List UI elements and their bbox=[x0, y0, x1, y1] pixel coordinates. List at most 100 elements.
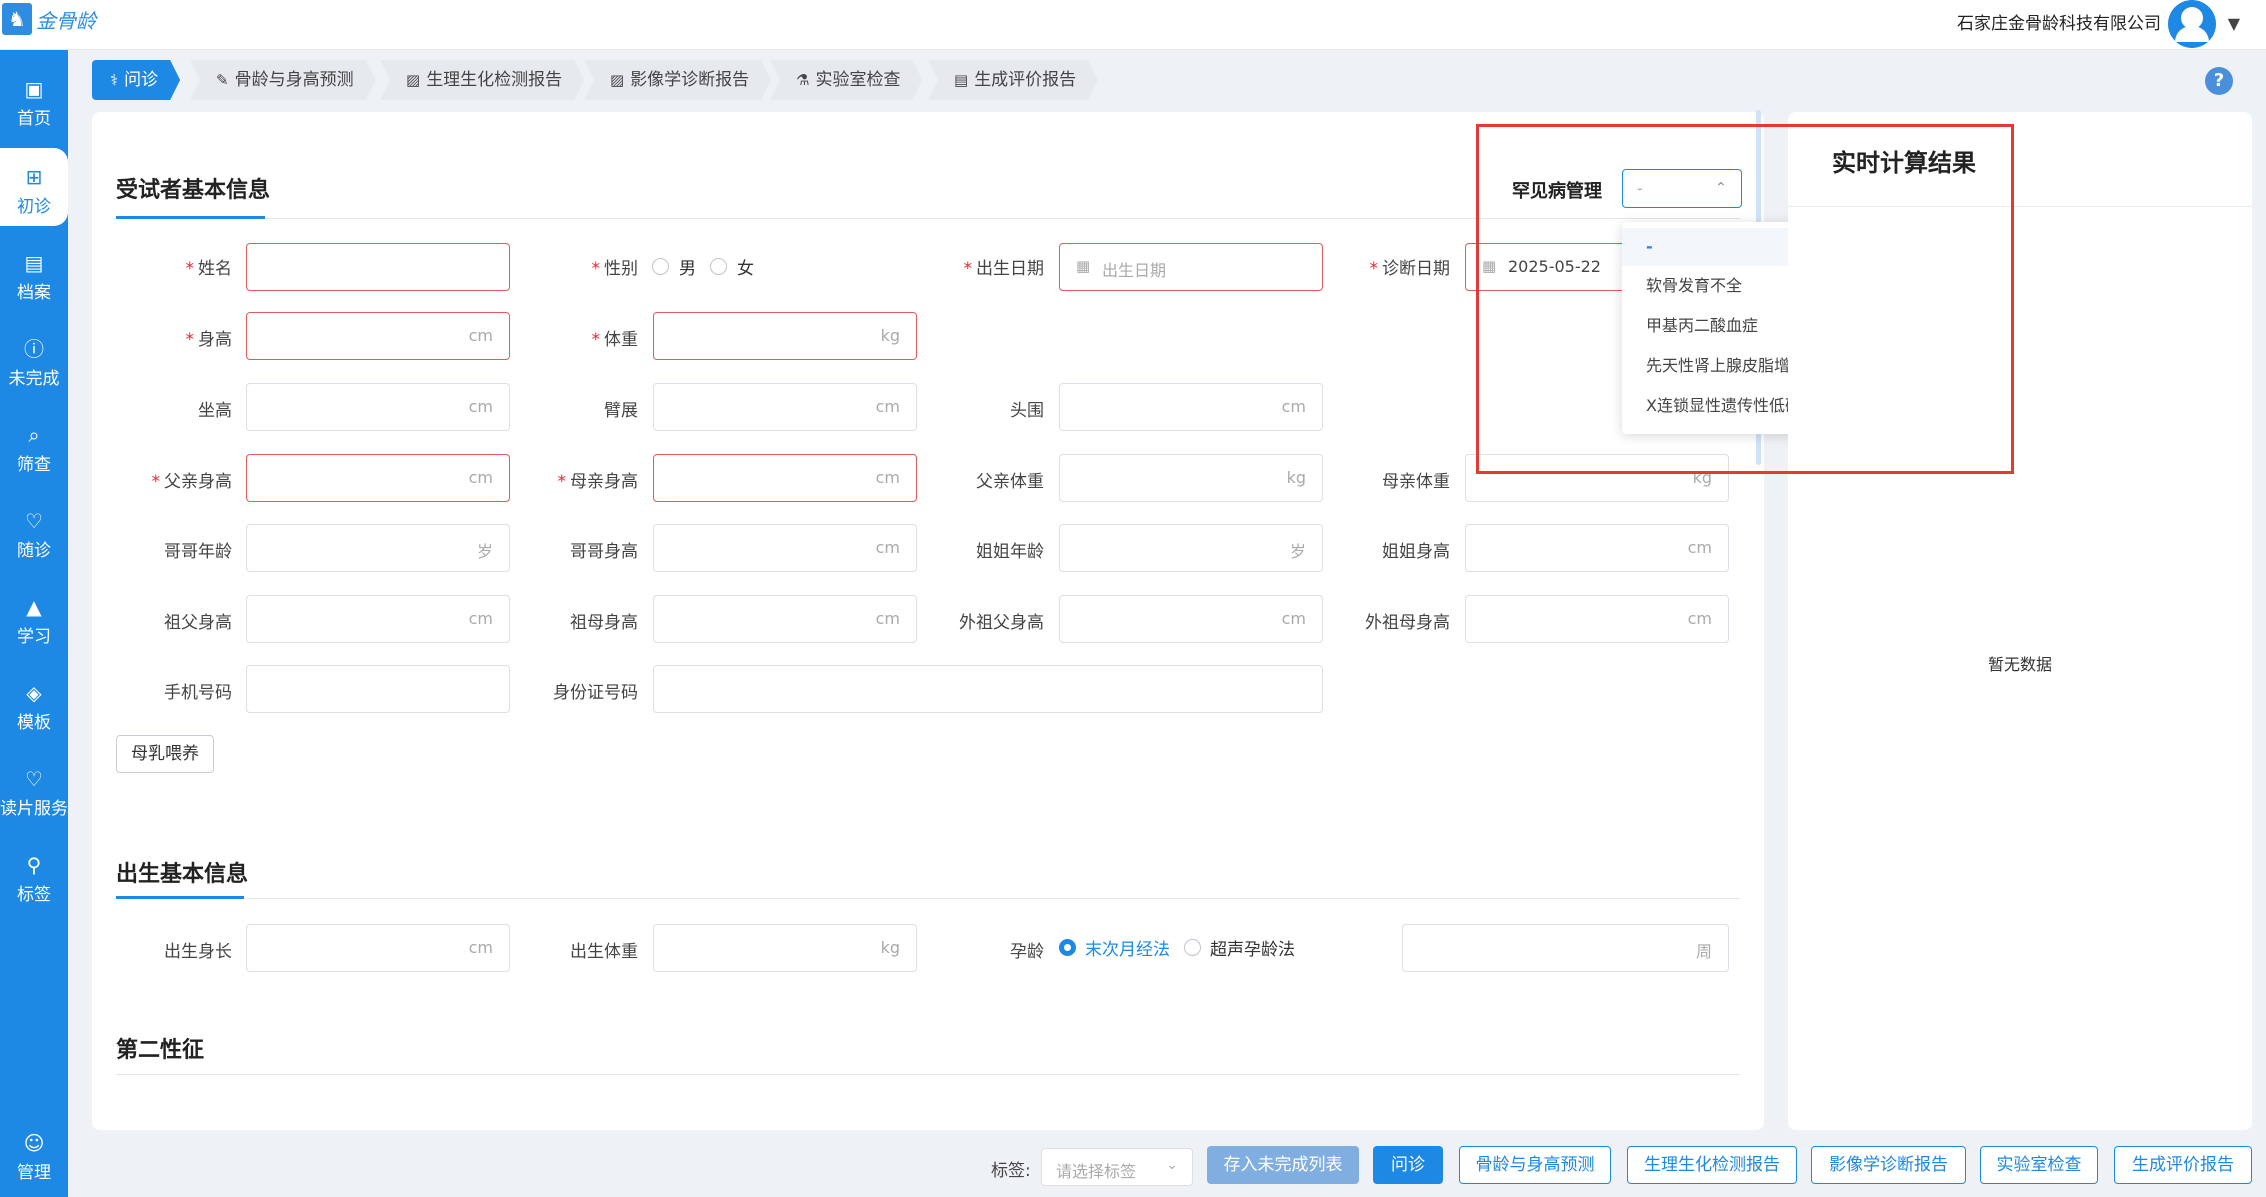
section-title-secondary: 第二性征 bbox=[116, 1038, 205, 1063]
company-name: 石家庄金骨龄科技有限公司 bbox=[1957, 14, 2161, 34]
sidebar-item-reading-service[interactable]: ♡ 读片服务 bbox=[0, 750, 68, 828]
app-logo[interactable]: ♞ 金骨龄 bbox=[2, 3, 96, 35]
heart-outline-icon: ♡ bbox=[25, 767, 43, 791]
section-title-basic: 受试者基本信息 bbox=[116, 178, 271, 203]
sidebar: ▣ 首页 ⊞ 初诊 ▤ 档案 ⓘ 未完成 ⌕ 筛查 ♡ 随诊 ▲ 学习 ◈ 模板 ♡ 读片服务 ⚲… bbox=[0, 50, 68, 1197]
sex-label: * 性别 bbox=[591, 259, 639, 279]
imaging-report-button[interactable]: 影像学诊断报告 bbox=[1811, 1146, 1966, 1184]
sidebar-item-template[interactable]: ◈ 模板 bbox=[0, 664, 68, 742]
alert-circle-icon: ⓘ bbox=[24, 337, 44, 361]
sidebar-item-first-visit[interactable]: ⊞ 初诊 bbox=[0, 148, 68, 226]
evaluation-report-button[interactable]: 生成评价报告 bbox=[2114, 1146, 2252, 1184]
diag-date-label: * 诊断日期 bbox=[1369, 259, 1451, 279]
name-input[interactable] bbox=[246, 243, 510, 291]
sidebar-item-tags[interactable]: ⚲ 标签 bbox=[0, 836, 68, 914]
birth-length-input[interactable]: cm bbox=[246, 924, 510, 972]
sister-age-label: 姐姐年龄 bbox=[976, 542, 1044, 562]
sister-age-input[interactable]: 岁 bbox=[1059, 524, 1323, 572]
brother-height-input[interactable]: cm bbox=[653, 524, 917, 572]
sidebar-item-label: 管理 bbox=[17, 1163, 51, 1183]
graduation-cap-icon: ▲ bbox=[26, 595, 42, 619]
birth-date-picker[interactable]: ▦ 出生日期 bbox=[1059, 243, 1323, 291]
grandma-height-label: 祖母身高 bbox=[570, 613, 638, 633]
search-doc-icon: ⌕ bbox=[28, 423, 40, 447]
birth-weight-input[interactable]: kg bbox=[653, 924, 917, 972]
height-input[interactable]: cm bbox=[246, 312, 510, 360]
sidebar-item-archive[interactable]: ▤ 档案 bbox=[0, 234, 68, 312]
heart-icon: ♡ bbox=[25, 509, 43, 533]
gestation-label: 孕龄 bbox=[1010, 942, 1044, 962]
brother-age-label: 哥哥年龄 bbox=[164, 542, 232, 562]
save-unfinished-button[interactable]: 存入未完成列表 bbox=[1207, 1146, 1359, 1184]
sidebar-item-admin[interactable]: ☺ 管理 bbox=[0, 1114, 68, 1192]
mother-weight-label: 母亲体重 bbox=[1382, 472, 1450, 492]
sitting-height-input[interactable]: cm bbox=[246, 383, 510, 431]
sidebar-item-followup[interactable]: ♡ 随诊 bbox=[0, 492, 68, 570]
document-icon: ▤ bbox=[954, 71, 969, 89]
maternal-grandma-height-input[interactable]: cm bbox=[1465, 595, 1729, 643]
tag-label: 标签: bbox=[991, 1161, 1031, 1181]
sidebar-item-label: 首页 bbox=[17, 109, 51, 129]
user-menu-chevron-icon[interactable]: ▼ bbox=[2228, 14, 2240, 33]
brother-age-input[interactable]: 岁 bbox=[246, 524, 510, 572]
sidebar-item-screening[interactable]: ⌕ 筛查 bbox=[0, 406, 68, 484]
name-label: * 姓名 bbox=[185, 259, 233, 279]
breastfeeding-button[interactable]: 母乳喂养 bbox=[116, 735, 214, 773]
sidebar-item-home[interactable]: ▣ 首页 bbox=[0, 60, 68, 138]
id-card-input[interactable] bbox=[653, 665, 1323, 713]
sitting-height-label: 坐高 bbox=[198, 401, 232, 421]
calendar-icon: ▦ bbox=[1076, 257, 1091, 275]
maternal-grandpa-height-input[interactable]: cm bbox=[1059, 595, 1323, 643]
gestation-us-radio[interactable] bbox=[1184, 939, 1201, 956]
logo-text: 金骨龄 bbox=[36, 8, 96, 33]
bone-age-height-button[interactable]: 骨龄与身高预测 bbox=[1459, 1146, 1611, 1184]
sidebar-item-label: 筛查 bbox=[17, 455, 51, 475]
chevron-down-icon: ⌄ bbox=[1166, 1157, 1178, 1173]
archive-icon: ▤ bbox=[24, 251, 44, 275]
sex-male-radio[interactable] bbox=[652, 258, 669, 275]
image-icon: ▨ bbox=[406, 71, 421, 89]
phone-label: 手机号码 bbox=[164, 683, 232, 703]
sidebar-item-label: 未完成 bbox=[8, 369, 60, 389]
gestation-lmp-radio[interactable] bbox=[1059, 939, 1076, 956]
mother-height-input[interactable]: cm bbox=[653, 454, 917, 502]
father-height-input[interactable]: cm bbox=[246, 454, 510, 502]
user-avatar-icon[interactable] bbox=[2168, 0, 2216, 48]
brother-height-label: 哥哥身高 bbox=[570, 542, 638, 562]
help-icon[interactable]: ? bbox=[2205, 67, 2233, 95]
phone-input[interactable] bbox=[246, 665, 510, 713]
chart-monitor-icon: ▣ bbox=[24, 77, 44, 101]
tab-bone-age-height[interactable]: ✎ 骨龄与身高预测 bbox=[190, 60, 376, 100]
tag-select[interactable]: 请选择标签 ⌄ bbox=[1041, 1148, 1193, 1186]
consultation-button[interactable]: 问诊 bbox=[1373, 1146, 1443, 1184]
tab-imaging-report[interactable]: ▨ 影像学诊断报告 bbox=[584, 60, 771, 100]
user-icon: ☺ bbox=[23, 1131, 45, 1155]
tab-evaluation-report[interactable]: ▤ 生成评价报告 bbox=[928, 60, 1098, 100]
head-circ-input[interactable]: cm bbox=[1059, 383, 1323, 431]
sister-height-label: 姐姐身高 bbox=[1382, 542, 1450, 562]
birth-weight-label: 出生体重 bbox=[570, 942, 638, 962]
tab-lab-exam[interactable]: ⚗ 实验室检查 bbox=[770, 60, 922, 100]
weight-input[interactable]: kg bbox=[653, 312, 917, 360]
tab-biochem-report[interactable]: ▨ 生理生化检测报告 bbox=[380, 60, 584, 100]
top-bar: ♞ 金骨龄 石家庄金骨龄科技有限公司 ▼ bbox=[0, 0, 2266, 50]
sidebar-item-label: 随诊 bbox=[17, 541, 51, 561]
biochem-report-button[interactable]: 生理生化检测报告 bbox=[1627, 1146, 1797, 1184]
sidebar-item-learning[interactable]: ▲ 学习 bbox=[0, 578, 68, 656]
arm-span-input[interactable]: cm bbox=[653, 383, 917, 431]
father-weight-input[interactable]: kg bbox=[1059, 454, 1323, 502]
lab-exam-button[interactable]: 实验室检查 bbox=[1980, 1146, 2098, 1184]
grandpa-height-input[interactable]: cm bbox=[246, 595, 510, 643]
tab-consultation[interactable]: ⚕ 问诊 bbox=[92, 60, 180, 100]
sister-height-input[interactable]: cm bbox=[1465, 524, 1729, 572]
sidebar-item-unfinished[interactable]: ⓘ 未完成 bbox=[0, 320, 68, 398]
section-divider bbox=[116, 898, 1740, 899]
section-underline bbox=[116, 216, 265, 219]
father-height-label: * 父亲身高 bbox=[151, 472, 233, 492]
gestation-weeks-input[interactable]: 周 bbox=[1402, 924, 1729, 972]
sex-female-radio[interactable] bbox=[710, 258, 727, 275]
section-underline bbox=[116, 896, 244, 899]
grandma-height-input[interactable]: cm bbox=[653, 595, 917, 643]
section-divider bbox=[116, 1074, 1740, 1075]
image-icon: ▨ bbox=[610, 71, 625, 89]
